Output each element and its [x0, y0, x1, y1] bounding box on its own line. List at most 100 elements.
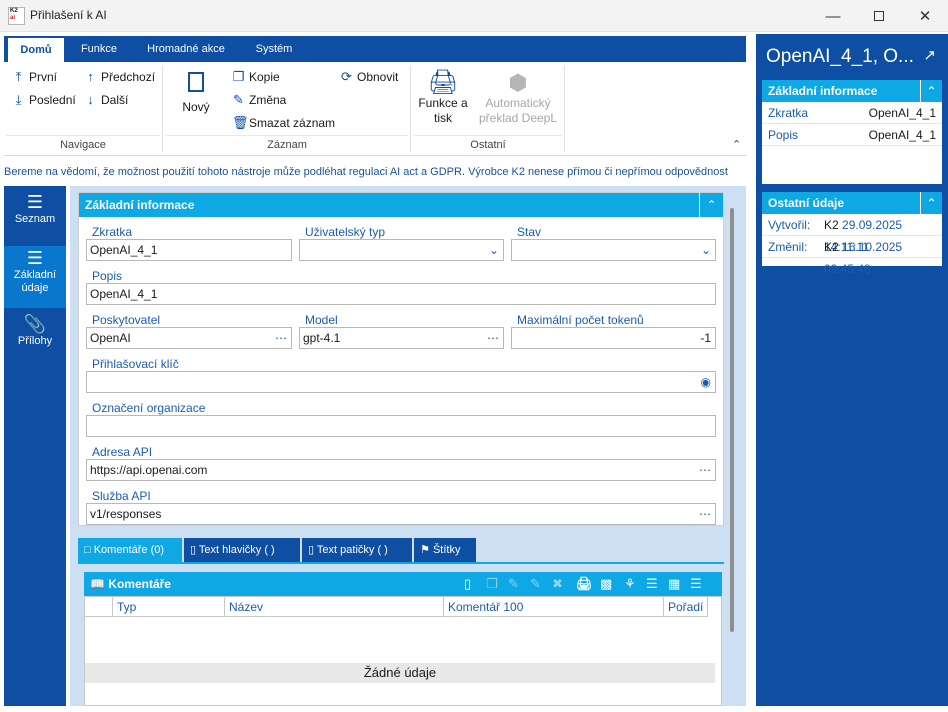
new-button[interactable]: Nový — [176, 72, 216, 115]
chevron-up-icon[interactable]: ⌃ — [920, 80, 942, 102]
info-row-popis: Popis OpenAI_4_1 — [762, 124, 942, 146]
more-icon[interactable]: ⋯ — [275, 328, 287, 348]
new-document-icon[interactable]: ▯ — [464, 572, 471, 596]
window-title: Přihlašení k AI — [30, 8, 107, 22]
change-button[interactable]: ✎ Změna — [232, 92, 286, 108]
dropdown-icon: ⌄ — [488, 243, 499, 257]
tab-domu[interactable]: Domů — [8, 38, 64, 62]
zkratka-field[interactable]: OpenAI_4_1 — [86, 239, 292, 261]
poskytovatel-field[interactable]: OpenAI ⋯ — [86, 327, 292, 349]
comments-grid: Typ Název Komentář 100 Pořadí Žádné údaj… — [84, 596, 722, 706]
more-icon[interactable]: ⋯ — [699, 504, 711, 524]
copy-button[interactable]: ❐ Kopie — [232, 69, 280, 85]
ribbon-collapse-icon[interactable]: ⌃ — [732, 138, 741, 151]
next-button[interactable]: ↓ Další — [84, 92, 128, 107]
klic-field[interactable]: ◉ — [86, 371, 716, 393]
zkratka-label: Zkratka — [92, 225, 133, 239]
popis-field[interactable]: OpenAI_4_1 — [86, 283, 716, 305]
arrow-down-icon: ↓ — [87, 92, 94, 107]
more-icon[interactable]: ⋯ — [487, 328, 499, 348]
tab-hromadne-akce[interactable]: Hromadné akce — [136, 36, 236, 62]
minimize-button[interactable]: — — [810, 0, 856, 32]
section-title: Základní informace — [79, 193, 723, 217]
chevron-up-icon: ⌃ — [706, 198, 717, 212]
adresa-field[interactable]: https://api.openai.com ⋯ — [86, 459, 716, 481]
deepl-translate-button[interactable]: ⬢ Automatický překlad DeepL — [476, 70, 560, 126]
maximize-icon — [874, 11, 884, 21]
minimize-icon: — — [825, 7, 841, 25]
tab-funkce[interactable]: Funkce — [70, 36, 128, 62]
sluzba-label: Služba API — [92, 489, 151, 503]
dropdown-icon: ⌄ — [700, 243, 711, 257]
previous-button[interactable]: ↑ Předchozí — [84, 69, 155, 84]
basic-info-form: Základní informace ⌃ Zkratka OpenAI_4_1 … — [78, 192, 724, 526]
poskytovatel-label: Poskytovatel — [92, 313, 161, 327]
info-row-created: Vytvořil: K2 29.09.2025 14:11:11 — [762, 214, 942, 254]
app-logo-icon: K2 ai — [8, 7, 25, 25]
pencil-icon: ✎ — [233, 92, 244, 107]
tab-system[interactable]: Systém — [244, 36, 304, 62]
list-menu-icon: ☰ — [26, 192, 44, 212]
maximize-button[interactable] — [856, 0, 902, 32]
arrow-bottom-icon: ⤓ — [15, 92, 22, 107]
refresh-icon: ⟳ — [341, 69, 352, 84]
column-komentar[interactable]: Komentář 100 — [444, 597, 664, 617]
sluzba-field[interactable]: v1/responses ⋯ — [86, 503, 716, 525]
panel-splitter[interactable]: ⋮ — [751, 360, 759, 380]
organizace-field[interactable] — [86, 415, 716, 437]
row-selector-header — [85, 597, 113, 617]
more-icon[interactable]: ⋯ — [699, 460, 711, 480]
max-tokens-field[interactable]: -1 — [511, 327, 716, 349]
section-collapse-button[interactable]: ⌃ — [699, 193, 723, 217]
refresh-button[interactable]: ⟳ Obnovit — [340, 69, 398, 85]
group-label-navigace: Navigace — [60, 139, 106, 151]
document-icon: ▯ — [308, 544, 315, 556]
left-navigation: ☰ Seznam ☰ Základní údaje 📎 Přílohy — [4, 186, 66, 706]
info-row-zkratka: Zkratka OpenAI_4_1 — [762, 102, 942, 124]
stav-select[interactable]: ⌄ — [511, 239, 716, 261]
close-button[interactable]: ✕ — [902, 0, 948, 32]
tab-text-hlavicky[interactable]: ▯ Text hlavičky ( ) — [184, 538, 300, 562]
nav-prilohy[interactable]: 📎 Přílohy — [4, 312, 66, 366]
tab-stitky[interactable]: ⚑ Štítky — [414, 538, 476, 562]
copy-icon: ❐ — [232, 69, 245, 84]
trash-icon: 🗑 — [232, 115, 249, 130]
popis-label: Popis — [92, 269, 123, 283]
column-poradi[interactable]: Pořadí — [664, 597, 708, 617]
close-icon: ✕ — [918, 8, 932, 25]
organizace-label: Označení organizace — [92, 401, 206, 415]
last-button[interactable]: ⤓ Poslední — [12, 92, 76, 108]
title-bar: K2 ai Přihlašení k AI — ✕ — [0, 0, 948, 32]
columns-icon[interactable]: ☰ — [646, 572, 658, 596]
menu-icon[interactable]: ☰ — [690, 572, 702, 596]
column-nazev[interactable]: Název — [225, 597, 444, 617]
print-functions-button[interactable]: 🖨 Funkce a tisk — [414, 70, 472, 126]
arrow-top-icon: ⤒ — [15, 69, 22, 84]
book-icon: 📖 — [90, 577, 105, 591]
excel-icon[interactable]: ▦ — [668, 572, 680, 596]
column-typ[interactable]: Typ — [113, 597, 225, 617]
ai-act-notice: Bereme na vědomí, že možnost použití toh… — [4, 166, 728, 178]
printer-icon[interactable]: 🖨 — [576, 572, 593, 596]
chevron-up-icon[interactable]: ⌃ — [920, 192, 942, 214]
bottom-tabs: □ Komentáře (0) ▯ Text hlavičky ( ) ▯ Te… — [78, 538, 724, 564]
cluster-icon[interactable]: ⚘ — [624, 572, 636, 596]
tab-komentare[interactable]: □ Komentáře (0) — [78, 538, 182, 562]
model-field[interactable]: gpt-4.1 ⋯ — [299, 327, 504, 349]
vertical-scrollbar[interactable] — [730, 208, 734, 632]
bookmark-icon: ⚑ — [420, 544, 430, 556]
ribbon: ⤒ První ↑ Předchozí ⤓ Poslední ↓ Další Navig… — [4, 62, 746, 156]
uzivatelsky-typ-select[interactable]: ⌄ — [299, 239, 504, 261]
tab-text-paticky[interactable]: ▯ Text patičky ( ) — [302, 538, 412, 562]
nav-seznam[interactable]: ☰ Seznam — [4, 190, 66, 242]
eye-icon[interactable]: ◉ — [701, 372, 711, 392]
nav-zakladni-udaje[interactable]: ☰ Základní údaje — [4, 246, 66, 308]
uzivatelsky-typ-label: Uživatelský typ — [305, 225, 386, 239]
pencil-icon: ✎ — [530, 576, 541, 591]
first-button[interactable]: ⤒ První — [12, 69, 57, 85]
open-external-icon[interactable]: ↗ — [923, 46, 936, 64]
right-panel: OpenAI_4_1, O... ↗ Základní informace ⌃ Z… — [756, 34, 948, 706]
chart-icon[interactable]: ▩ — [600, 572, 612, 596]
printer-icon: 🖨 — [427, 69, 459, 96]
delete-record-button[interactable]: 🗑 Smazat záznam — [232, 115, 335, 131]
